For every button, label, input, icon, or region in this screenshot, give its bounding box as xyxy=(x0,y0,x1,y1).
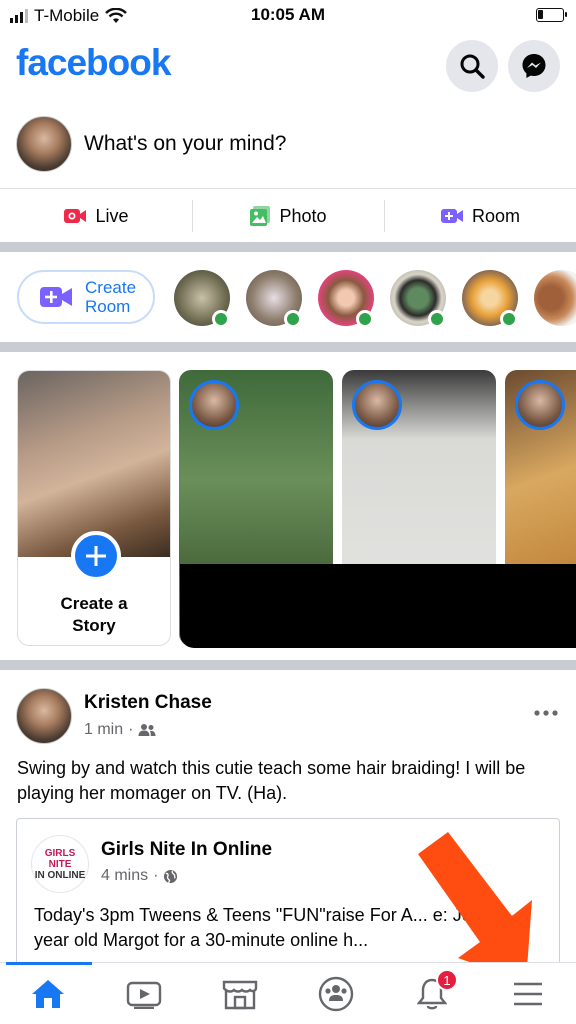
user-avatar[interactable] xyxy=(16,116,72,172)
post-author-avatar[interactable] xyxy=(16,688,72,744)
user-story-photo xyxy=(18,371,170,557)
online-indicator xyxy=(356,310,374,328)
live-label: Live xyxy=(95,205,129,226)
battery-icon xyxy=(536,8,567,22)
shared-post-timestamp[interactable]: 4 mins xyxy=(101,867,148,885)
annotation-arrow-icon xyxy=(418,832,532,982)
story-author-avatar xyxy=(189,380,239,430)
home-icon xyxy=(32,979,64,1008)
bottom-navigation: 1 xyxy=(0,962,576,1024)
room-label: Room xyxy=(471,205,520,226)
shared-page-name[interactable]: Girls Nite In Online xyxy=(101,839,272,861)
search-button[interactable] xyxy=(446,40,498,92)
add-story-button[interactable] xyxy=(71,531,121,581)
shared-post-meta: 4 mins · xyxy=(101,867,178,885)
post-author-name[interactable]: Kristen Chase xyxy=(84,692,212,714)
online-indicator xyxy=(500,310,518,328)
room-icon xyxy=(40,287,72,307)
meta-separator: · xyxy=(153,867,159,884)
story-author-avatar xyxy=(515,380,565,430)
messenger-button[interactable] xyxy=(508,40,560,92)
online-indicator xyxy=(212,310,230,328)
room-button[interactable]: Room xyxy=(384,190,576,242)
post-meta: 1 min · xyxy=(84,721,156,739)
section-separator xyxy=(0,342,576,352)
app-header: facebook xyxy=(0,38,576,94)
nav-groups[interactable] xyxy=(288,963,384,1024)
more-options-button[interactable] xyxy=(534,696,558,722)
friends-icon xyxy=(138,724,156,736)
online-indicator xyxy=(428,310,446,328)
meta-separator: · xyxy=(128,721,134,738)
photo-icon xyxy=(250,206,271,226)
nav-marketplace[interactable] xyxy=(192,963,288,1024)
live-video-icon xyxy=(64,209,87,223)
rooms-row: Create Room xyxy=(0,252,576,342)
post-body: Swing by and watch this cutie teach some… xyxy=(17,758,526,803)
groups-icon xyxy=(318,976,354,1011)
menu-icon xyxy=(514,982,542,1005)
facebook-logo[interactable]: facebook xyxy=(16,42,171,84)
section-separator xyxy=(0,242,576,252)
create-story-card[interactable]: Create a Story xyxy=(17,370,171,646)
status-bar: T-Mobile 10:05 AM xyxy=(0,0,576,30)
watch-icon xyxy=(126,981,162,1009)
room-icon xyxy=(440,209,463,223)
create-room-button[interactable]: Create Room xyxy=(17,270,155,324)
post-composer[interactable]: What's on your mind? xyxy=(0,112,576,188)
plus-icon xyxy=(86,546,106,566)
room-avatar[interactable] xyxy=(534,270,576,326)
nav-home[interactable] xyxy=(0,963,96,1024)
live-button[interactable]: Live xyxy=(0,190,192,242)
clock: 10:05 AM xyxy=(250,5,325,24)
more-icon xyxy=(534,710,558,716)
composer-actions: Live Photo Room xyxy=(0,190,576,242)
create-room-label: Create Room xyxy=(85,278,137,316)
nav-watch[interactable] xyxy=(96,963,192,1024)
create-story-label: Create a Story xyxy=(60,594,128,635)
story-author-avatar xyxy=(352,380,402,430)
shared-page-logo[interactable]: GIRLS NITE IN ONLINE xyxy=(31,835,89,893)
photo-button[interactable]: Photo xyxy=(192,190,384,242)
marketplace-icon xyxy=(222,980,258,1009)
composer-prompt[interactable]: What's on your mind? xyxy=(84,132,286,156)
post-timestamp[interactable]: 1 min xyxy=(84,721,123,739)
search-icon xyxy=(460,54,485,79)
globe-icon xyxy=(164,869,178,883)
divider xyxy=(0,188,576,189)
notification-badge: 1 xyxy=(436,969,458,991)
online-indicator xyxy=(284,310,302,328)
nav-menu[interactable] xyxy=(480,963,576,1024)
section-separator xyxy=(0,660,576,670)
messenger-icon xyxy=(522,54,546,78)
photo-label: Photo xyxy=(279,205,327,226)
nav-notifications[interactable]: 1 xyxy=(384,963,480,1024)
redacted-region xyxy=(180,564,576,648)
